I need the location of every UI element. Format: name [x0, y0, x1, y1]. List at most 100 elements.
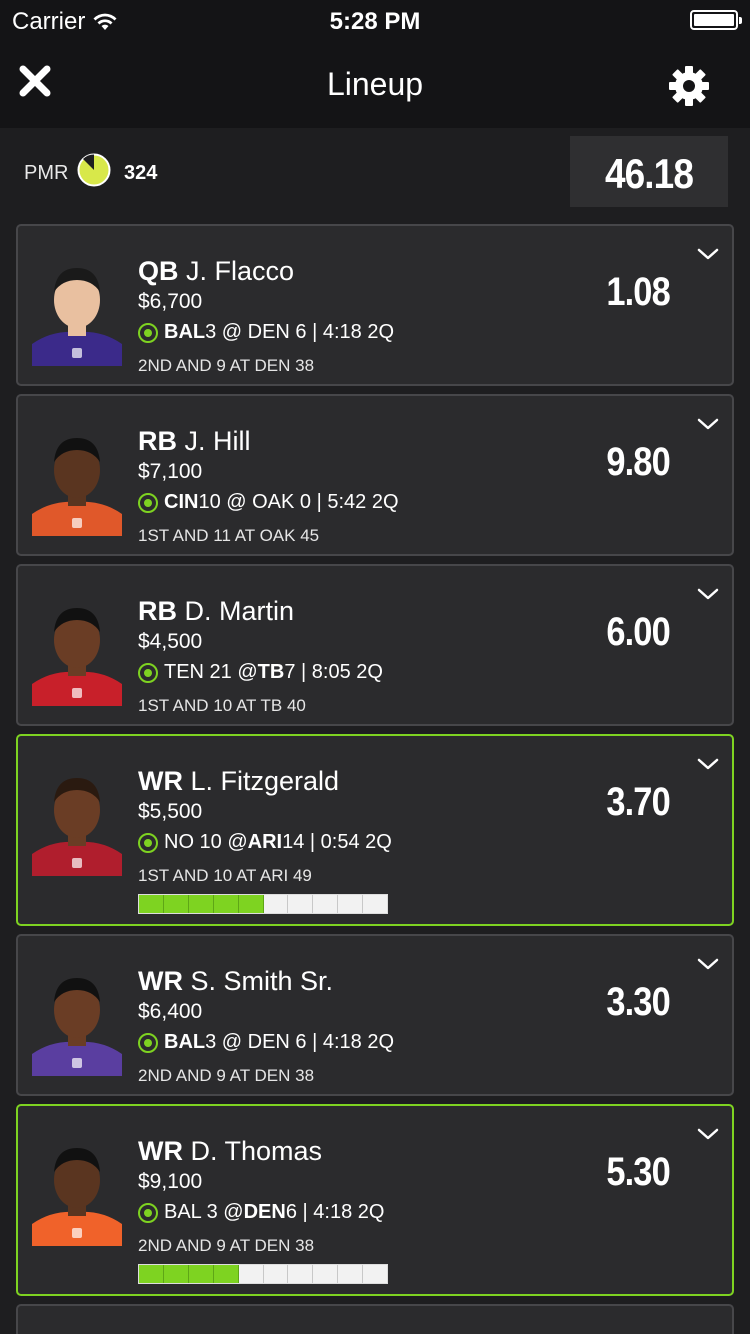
player-card[interactable]: RB D. Martin $4,500 TEN 21 @ TB 7 | 8:05… [16, 564, 734, 726]
progress-segment [188, 1265, 214, 1283]
player-photo-image [32, 252, 122, 366]
player-photo [32, 962, 122, 1076]
player-card[interactable] [16, 1304, 734, 1334]
progress-segment [163, 895, 189, 913]
game-status: NO 10 @ ARI 14 | 0:54 2Q [138, 831, 392, 854]
chevron-down-icon[interactable] [696, 416, 720, 432]
total-points: 46.18 [604, 150, 694, 197]
chevron-down-icon[interactable] [696, 956, 720, 972]
player-name: L. Fitzgerald [190, 766, 340, 796]
player-card[interactable]: WR S. Smith Sr. $6,400 BAL 3 @ DEN 6 | 4… [16, 934, 734, 1096]
game-team-highlight: TB [257, 661, 285, 683]
player-salary: $5,500 [138, 800, 203, 823]
lineup-summary: PMR 324 46.18 [0, 128, 750, 218]
game-score-rest: 6 | 4:18 2Q [285, 1201, 385, 1223]
game-team-highlight: DEN [243, 1201, 286, 1223]
live-indicator-icon [138, 1032, 158, 1053]
gear-icon[interactable] [668, 65, 710, 107]
game-status: CIN 10 @ OAK 0 | 5:42 2Q [138, 491, 399, 514]
game-status: BAL 3 @ DEN 6 | 4:18 2Q [138, 1201, 384, 1224]
player-name-line: WR S. Smith Sr. [138, 966, 333, 997]
progress-segment [213, 895, 239, 913]
player-card[interactable]: RB J. Hill $7,100 CIN 10 @ OAK 0 | 5:42 … [16, 394, 734, 556]
pmr-label: PMR [24, 162, 69, 184]
game-score-pre: BAL 3 @ [164, 1201, 244, 1223]
game-score-pre: TEN 21 @ [164, 661, 258, 683]
game-team-highlight: BAL [164, 321, 206, 343]
player-photo [32, 252, 122, 366]
nav-bar: Lineup [0, 40, 750, 128]
progress-segment [139, 895, 164, 913]
nfl-logo-icon [72, 1228, 82, 1238]
player-photo-image [32, 1132, 122, 1246]
status-bar: Carrier 5:28 PM [0, 0, 750, 40]
progress-segment [288, 895, 314, 913]
game-situation: 1ST AND 11 AT OAK 45 [138, 526, 320, 545]
page-title: Lineup [326, 66, 424, 102]
game-score-rest: 3 @ DEN 6 | 4:18 2Q [205, 321, 395, 343]
progress-segment [264, 895, 289, 913]
live-indicator-icon [138, 662, 158, 683]
possession-progress-bar [138, 894, 388, 914]
player-points: 1.08 [606, 270, 670, 314]
player-position: WR [138, 1136, 183, 1166]
chevron-down-icon[interactable] [696, 586, 720, 602]
progress-segment [188, 895, 214, 913]
progress-segment [239, 1265, 264, 1283]
game-situation: 2ND AND 9 AT DEN 38 [138, 1066, 315, 1085]
progress-segment [288, 1265, 314, 1283]
player-photo-image [32, 592, 122, 706]
game-score-rest: 3 @ DEN 6 | 4:18 2Q [205, 1031, 395, 1053]
progress-segment [363, 1265, 387, 1283]
player-points: 3.30 [606, 980, 670, 1024]
game-team-highlight: ARI [247, 831, 283, 853]
chevron-down-icon[interactable] [696, 756, 720, 772]
progress-segment [313, 895, 339, 913]
player-salary: $9,100 [138, 1170, 203, 1193]
player-card[interactable]: QB J. Flacco $6,700 BAL 3 @ DEN 6 | 4:18… [16, 224, 734, 386]
player-name-line: QB J. Flacco [138, 256, 294, 287]
progress-segment [163, 1265, 189, 1283]
game-team-highlight: BAL [164, 1031, 206, 1053]
game-team-highlight: CIN [164, 491, 199, 513]
live-indicator-icon [138, 322, 158, 343]
player-position: RB [138, 426, 177, 456]
game-status: BAL 3 @ DEN 6 | 4:18 2Q [138, 321, 394, 344]
game-status: TEN 21 @ TB 7 | 8:05 2Q [138, 661, 383, 684]
player-salary: $6,400 [138, 1000, 203, 1023]
live-indicator-icon [138, 1202, 158, 1223]
progress-segment [238, 895, 264, 913]
progress-segment [338, 895, 364, 913]
player-photo [32, 592, 122, 706]
player-points: 3.70 [606, 780, 670, 824]
game-score-rest: 7 | 8:05 2Q [284, 661, 383, 683]
player-name-line: RB D. Martin [138, 596, 294, 627]
chevron-down-icon[interactable] [696, 1126, 720, 1142]
game-situation: 2ND AND 9 AT DEN 38 [138, 1236, 315, 1255]
player-name-line: RB J. Hill [138, 426, 251, 457]
player-salary: $7,100 [138, 460, 203, 483]
player-card[interactable]: WR L. Fitzgerald $5,500 NO 10 @ ARI 14 |… [16, 734, 734, 926]
live-indicator-icon [138, 832, 158, 853]
nfl-logo-icon [72, 518, 82, 528]
game-situation: 2ND AND 9 AT DEN 38 [138, 356, 315, 375]
player-photo-image [32, 762, 122, 876]
player-position: RB [138, 596, 177, 626]
status-time: 5:28 PM [329, 8, 421, 35]
battery-icon [690, 10, 742, 30]
player-name: S. Smith Sr. [190, 966, 334, 996]
progress-segment [264, 1265, 289, 1283]
game-score-rest: 14 | 0:54 2Q [282, 831, 392, 853]
progress-segment [313, 1265, 339, 1283]
chevron-down-icon[interactable] [696, 246, 720, 262]
player-position: WR [138, 766, 183, 796]
nfl-logo-icon [72, 348, 82, 358]
player-position: QB [138, 256, 179, 286]
progress-segment [213, 1265, 239, 1283]
player-photo [32, 762, 122, 876]
pmr-value: 324 [124, 162, 158, 184]
player-card[interactable]: WR D. Thomas $9,100 BAL 3 @ DEN 6 | 4:18… [16, 1104, 734, 1296]
nfl-logo-icon [72, 858, 82, 868]
progress-segment [139, 1265, 164, 1283]
player-name-line: WR L. Fitzgerald [138, 766, 339, 797]
